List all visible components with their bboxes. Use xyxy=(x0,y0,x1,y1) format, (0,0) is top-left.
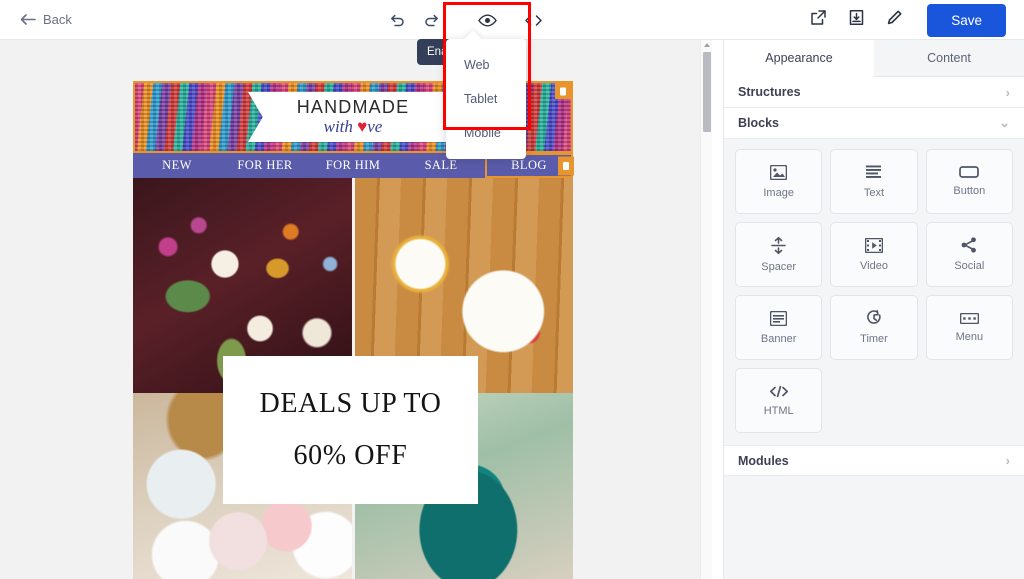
banner-title: HANDMADE xyxy=(296,97,410,117)
promo-line-2: 60% OFF xyxy=(293,439,408,471)
block-social[interactable]: Social xyxy=(925,222,1013,287)
block-banner[interactable]: Banner xyxy=(735,295,823,360)
text-lines-icon xyxy=(866,165,882,180)
chevron-right-icon: › xyxy=(1005,84,1010,100)
banner-block-handle-badge[interactable] xyxy=(555,83,571,99)
code-view-button[interactable] xyxy=(516,3,550,37)
heart-icon: ♥ xyxy=(357,117,368,136)
redo-button[interactable] xyxy=(414,3,448,37)
tab-content[interactable]: Content xyxy=(874,40,1024,77)
block-timer-label: Timer xyxy=(860,333,888,345)
panel-tabs: Appearance Content xyxy=(724,40,1024,77)
export-button[interactable] xyxy=(807,9,829,31)
nav-item-for-her[interactable]: FOR HER xyxy=(221,158,309,173)
nav-block-handle-badge[interactable] xyxy=(558,156,574,175)
block-menu[interactable]: Menu xyxy=(925,295,1013,360)
download-icon xyxy=(848,9,865,31)
block-timer[interactable]: Timer xyxy=(830,295,918,360)
promo-line-1: DEALS UP TO xyxy=(259,388,442,420)
block-image[interactable]: Image xyxy=(735,149,823,214)
block-menu-label: Menu xyxy=(955,330,984,343)
timer-icon xyxy=(866,310,882,326)
back-label: Back xyxy=(43,12,72,27)
right-sidebar-panel: Appearance Content Structures › Blocks ⌄… xyxy=(723,40,1024,579)
scroll-up-arrow-icon[interactable] xyxy=(704,43,710,47)
arrow-left-icon xyxy=(20,13,36,26)
section-structures-label: Structures xyxy=(738,85,801,99)
pencil-icon xyxy=(886,9,903,31)
back-button[interactable]: Back xyxy=(20,12,72,27)
section-blocks[interactable]: Blocks ⌄ xyxy=(724,108,1024,139)
nav-item-for-him[interactable]: FOR HIM xyxy=(309,158,397,173)
top-toolbar: Back Save xyxy=(0,0,1024,40)
block-video[interactable]: Video xyxy=(830,222,918,287)
share-icon xyxy=(961,237,977,253)
canvas-scrollbar-thumb[interactable] xyxy=(703,52,711,132)
promo-text-block[interactable]: DEALS UP TO 60% OFF xyxy=(223,356,478,504)
block-banner-label: Banner xyxy=(760,332,797,345)
block-text[interactable]: Text xyxy=(830,149,918,214)
edit-button[interactable] xyxy=(883,9,905,31)
nav-item-new[interactable]: NEW xyxy=(133,158,221,173)
button-icon xyxy=(959,166,980,178)
dropdown-item-web[interactable]: Web xyxy=(446,48,526,82)
nav-item-sale[interactable]: SALE xyxy=(397,158,485,173)
code-icon xyxy=(524,13,543,28)
section-modules[interactable]: Modules › xyxy=(724,445,1024,476)
banner-subtitle: with ♥ve xyxy=(278,117,428,137)
blocks-container: Image Text Button Spacer Video Social Ba… xyxy=(724,139,1024,433)
tab-appearance[interactable]: Appearance xyxy=(724,40,874,77)
canvas-scrollbar[interactable] xyxy=(700,40,712,579)
video-icon xyxy=(864,237,883,253)
block-image-label: Image xyxy=(763,186,794,199)
banner-logo-ribbon: HANDMADE with ♥ve xyxy=(248,92,458,142)
banner-subtitle-pre: with xyxy=(323,117,358,136)
email-canvas: HANDMADE with ♥ve NEW FOR HER FOR HIM SA… xyxy=(0,40,712,579)
save-button[interactable]: Save xyxy=(927,3,1006,37)
section-blocks-label: Blocks xyxy=(738,116,779,130)
eye-icon xyxy=(477,13,497,28)
block-spacer[interactable]: Spacer xyxy=(735,222,823,287)
code-icon xyxy=(769,385,789,398)
chevron-right-icon: › xyxy=(1005,453,1010,468)
block-text-label: Text xyxy=(863,186,885,199)
nav-item-blog-label: BLOG xyxy=(511,158,547,172)
block-social-label: Social xyxy=(954,260,985,272)
panel-gap xyxy=(724,433,1024,445)
undo-icon xyxy=(389,12,406,29)
right-tool-group: Save xyxy=(807,0,1006,40)
section-structures[interactable]: Structures › xyxy=(724,77,1024,108)
redo-icon xyxy=(423,12,440,29)
image-icon xyxy=(770,164,788,180)
block-button[interactable]: Button xyxy=(925,149,1013,214)
spacer-icon xyxy=(771,236,786,254)
dropdown-item-mobile[interactable]: Mobile xyxy=(446,116,526,150)
banner-icon xyxy=(770,310,788,326)
download-button[interactable] xyxy=(845,9,867,31)
block-button-label: Button xyxy=(953,185,986,197)
undo-button[interactable] xyxy=(380,3,414,37)
blocks-grid: Image Text Button Spacer Video Social Ba… xyxy=(735,149,1013,433)
section-modules-label: Modules xyxy=(738,453,789,468)
block-html-label: HTML xyxy=(763,404,794,417)
chevron-down-icon: ⌄ xyxy=(999,115,1010,130)
preview-device-dropdown: Web Tablet Mobile xyxy=(446,39,526,159)
banner-subtitle-post: ve xyxy=(367,117,383,136)
external-link-icon xyxy=(810,9,827,31)
center-tool-group xyxy=(380,0,550,40)
block-html[interactable]: HTML xyxy=(735,368,823,433)
block-spacer-label: Spacer xyxy=(761,260,797,273)
menu-icon xyxy=(959,312,979,324)
block-video-label: Video xyxy=(860,259,888,272)
dropdown-item-tablet[interactable]: Tablet xyxy=(446,82,526,116)
